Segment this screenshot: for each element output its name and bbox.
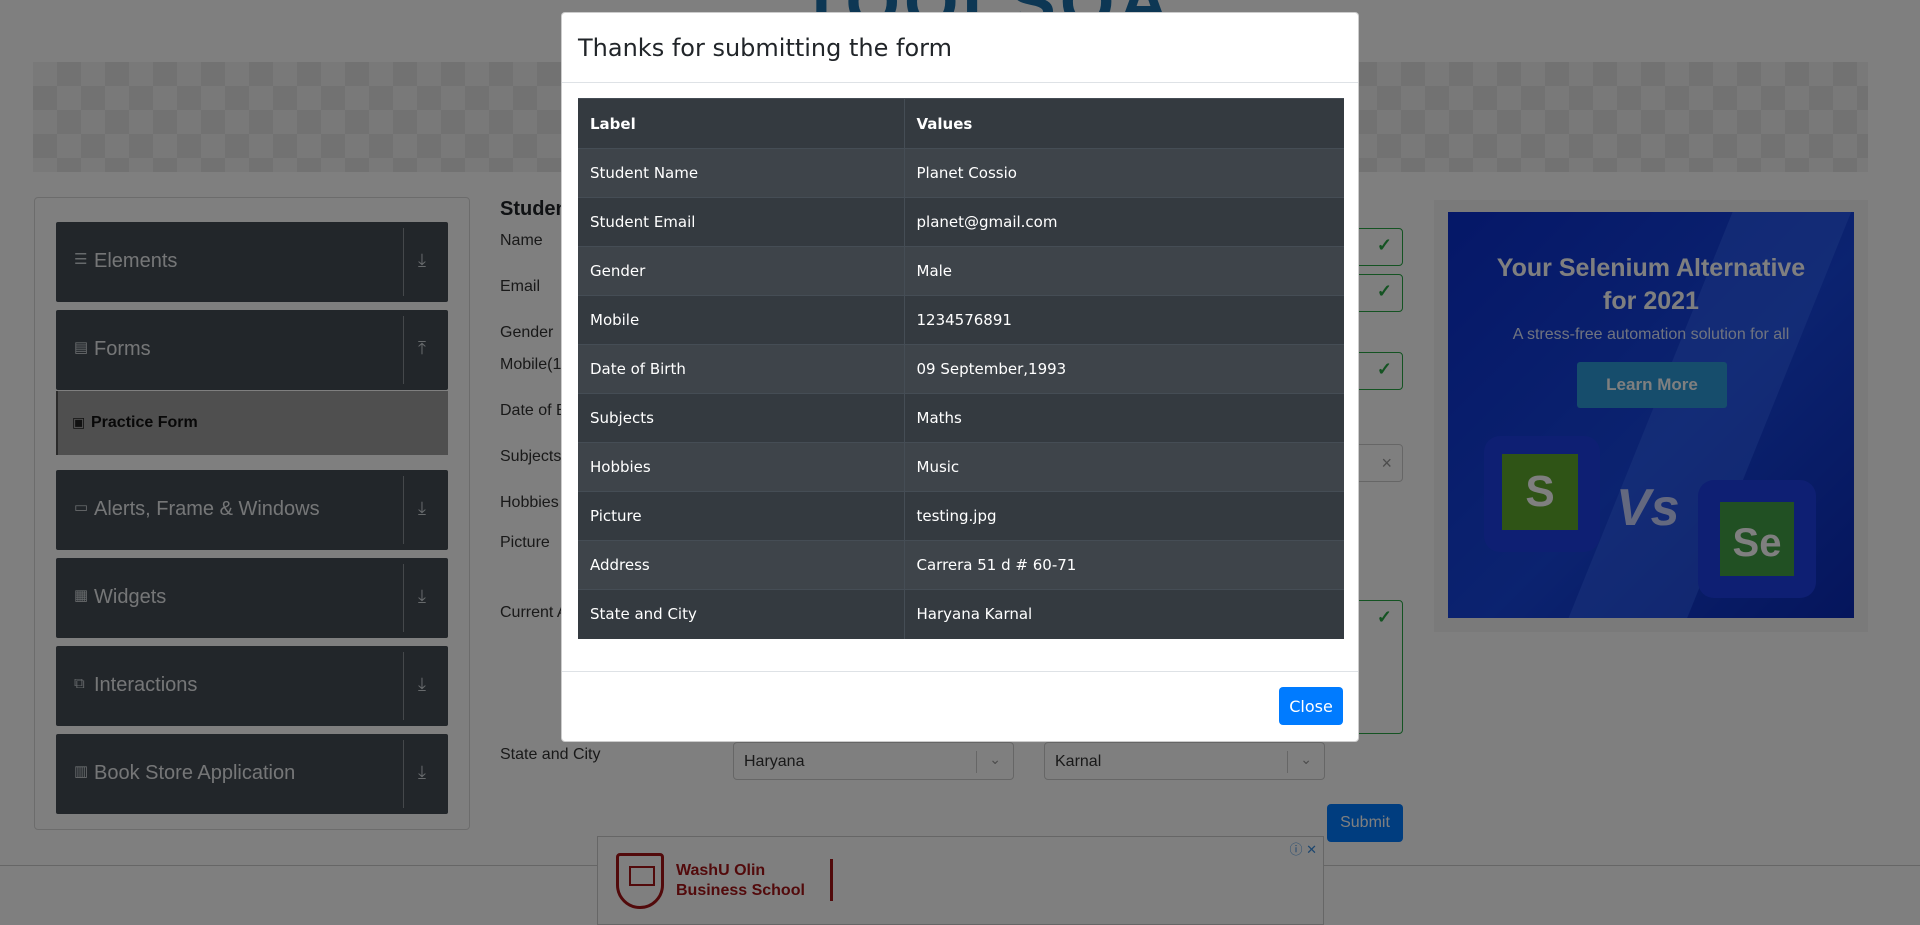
row-value: 09 September,1993 (904, 344, 1344, 394)
row-label: Mobile (578, 295, 905, 345)
table-row: Address Carrera 51 d # 60-71 (578, 540, 1344, 590)
table-row: Subjects Maths (578, 393, 1344, 443)
modal-body: Label Values Student Name Planet Cossio S… (578, 98, 1344, 639)
row-value: 1234576891 (904, 295, 1344, 345)
table-row: Gender Male (578, 246, 1344, 296)
table-row: State and City Haryana Karnal (578, 589, 1344, 639)
submission-modal: Thanks for submitting the form Label Val… (561, 12, 1359, 742)
row-value: testing.jpg (904, 491, 1344, 541)
row-value: Maths (904, 393, 1344, 443)
row-value: planet@gmail.com (904, 197, 1344, 247)
modal-title: Thanks for submitting the form (578, 34, 952, 62)
table-row: Student Email planet@gmail.com (578, 197, 1344, 247)
results-table: Label Values Student Name Planet Cossio S… (578, 98, 1344, 639)
header-label: Label (578, 98, 905, 149)
table-row: Date of Birth 09 September,1993 (578, 344, 1344, 394)
row-label: State and City (578, 589, 905, 639)
modal-footer: Close (562, 671, 1358, 743)
table-row: Mobile 1234576891 (578, 295, 1344, 345)
table-row: Hobbies Music (578, 442, 1344, 492)
row-label: Hobbies (578, 442, 905, 492)
row-label: Student Name (578, 148, 905, 198)
row-value: Male (904, 246, 1344, 296)
row-value: Planet Cossio (904, 148, 1344, 198)
row-value: Carrera 51 d # 60-71 (904, 540, 1344, 590)
row-label: Gender (578, 246, 905, 296)
row-value: Music (904, 442, 1344, 492)
row-label: Date of Birth (578, 344, 905, 394)
close-button[interactable]: Close (1279, 687, 1343, 725)
table-row: Student Name Planet Cossio (578, 148, 1344, 198)
table-header-row: Label Values (578, 98, 1344, 149)
modal-header: Thanks for submitting the form (562, 13, 1358, 83)
row-label: Subjects (578, 393, 905, 443)
row-label: Address (578, 540, 905, 590)
table-row: Picture testing.jpg (578, 491, 1344, 541)
row-label: Picture (578, 491, 905, 541)
row-value: Haryana Karnal (904, 589, 1344, 639)
row-label: Student Email (578, 197, 905, 247)
header-values: Values (904, 98, 1344, 149)
